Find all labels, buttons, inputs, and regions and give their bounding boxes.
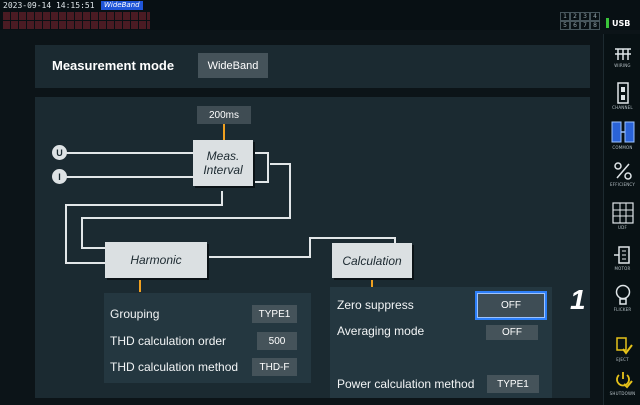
sidebar-item-label: CHANNEL bbox=[612, 105, 633, 110]
sidebar-item-eject[interactable]: EJECT bbox=[604, 336, 640, 362]
meas-interval-line1: Meas. bbox=[206, 149, 240, 163]
sidebar-item-label: EJECT bbox=[616, 357, 629, 362]
sidebar-item-udf[interactable]: UDF bbox=[604, 202, 640, 230]
averaging-mode-label: Averaging mode bbox=[337, 324, 425, 338]
grouping-label: Grouping bbox=[110, 307, 160, 321]
efficiency-icon bbox=[613, 162, 632, 180]
udf-icon bbox=[611, 202, 634, 224]
thd-order-value[interactable]: 500 bbox=[257, 332, 297, 350]
sidebar: WIRING CHANNEL COMMON EFFICIENCY UDF MOT… bbox=[603, 34, 640, 405]
sidebar-item-label: COMMON bbox=[612, 145, 633, 150]
thd-method-label: THD calculation method bbox=[110, 360, 239, 374]
sidebar-item-common[interactable]: COMMON bbox=[604, 120, 640, 150]
interval-value-tag[interactable]: 200ms bbox=[197, 106, 251, 124]
averaging-mode-value[interactable]: OFF bbox=[486, 325, 538, 340]
thd-method-value[interactable]: THD-F bbox=[252, 358, 297, 376]
sidebar-item-label: SHUTDOWN bbox=[609, 391, 636, 396]
shutdown-icon bbox=[615, 372, 633, 389]
sidebar-item-label: MOTOR bbox=[614, 266, 631, 271]
flicker-icon bbox=[615, 284, 630, 305]
wiring-icon bbox=[614, 48, 631, 60]
eject-icon bbox=[615, 337, 633, 355]
sidebar-item-channel[interactable]: CHANNEL bbox=[604, 82, 640, 110]
zero-suppress-label: Zero suppress bbox=[337, 298, 414, 312]
calculation-block: Calculation bbox=[332, 243, 412, 278]
power-method-label: Power calculation method bbox=[337, 377, 475, 391]
voltage-input-icon: U bbox=[52, 145, 67, 160]
thd-order-label: THD calculation order bbox=[110, 334, 227, 348]
current-input-icon: I bbox=[52, 169, 67, 184]
channel-icon bbox=[616, 82, 629, 104]
sidebar-item-wiring[interactable]: WIRING bbox=[604, 46, 640, 68]
common-icon bbox=[611, 121, 634, 143]
harmonic-block: Harmonic bbox=[105, 242, 207, 278]
sidebar-item-label: UDF bbox=[618, 225, 627, 230]
sidebar-item-label: FLICKER bbox=[613, 307, 632, 312]
meas-interval-block: Meas. Interval bbox=[193, 140, 253, 186]
sidebar-item-efficiency[interactable]: EFFICIENCY bbox=[604, 161, 640, 187]
meas-interval-line2: Interval bbox=[203, 163, 243, 177]
power-method-value[interactable]: TYPE1 bbox=[487, 375, 539, 393]
sidebar-item-shutdown[interactable]: SHUTDOWN bbox=[604, 370, 640, 396]
sidebar-item-motor[interactable]: MOTOR bbox=[604, 245, 640, 271]
sidebar-item-label: EFFICIENCY bbox=[610, 182, 635, 187]
motor-icon bbox=[613, 246, 630, 264]
grouping-value[interactable]: TYPE1 bbox=[252, 305, 297, 323]
sidebar-item-flicker[interactable]: FLICKER bbox=[604, 284, 640, 312]
zero-suppress-value[interactable]: OFF bbox=[475, 291, 547, 320]
sidebar-item-label: WIRING bbox=[614, 63, 631, 68]
callout-number: 1 bbox=[570, 284, 586, 315]
